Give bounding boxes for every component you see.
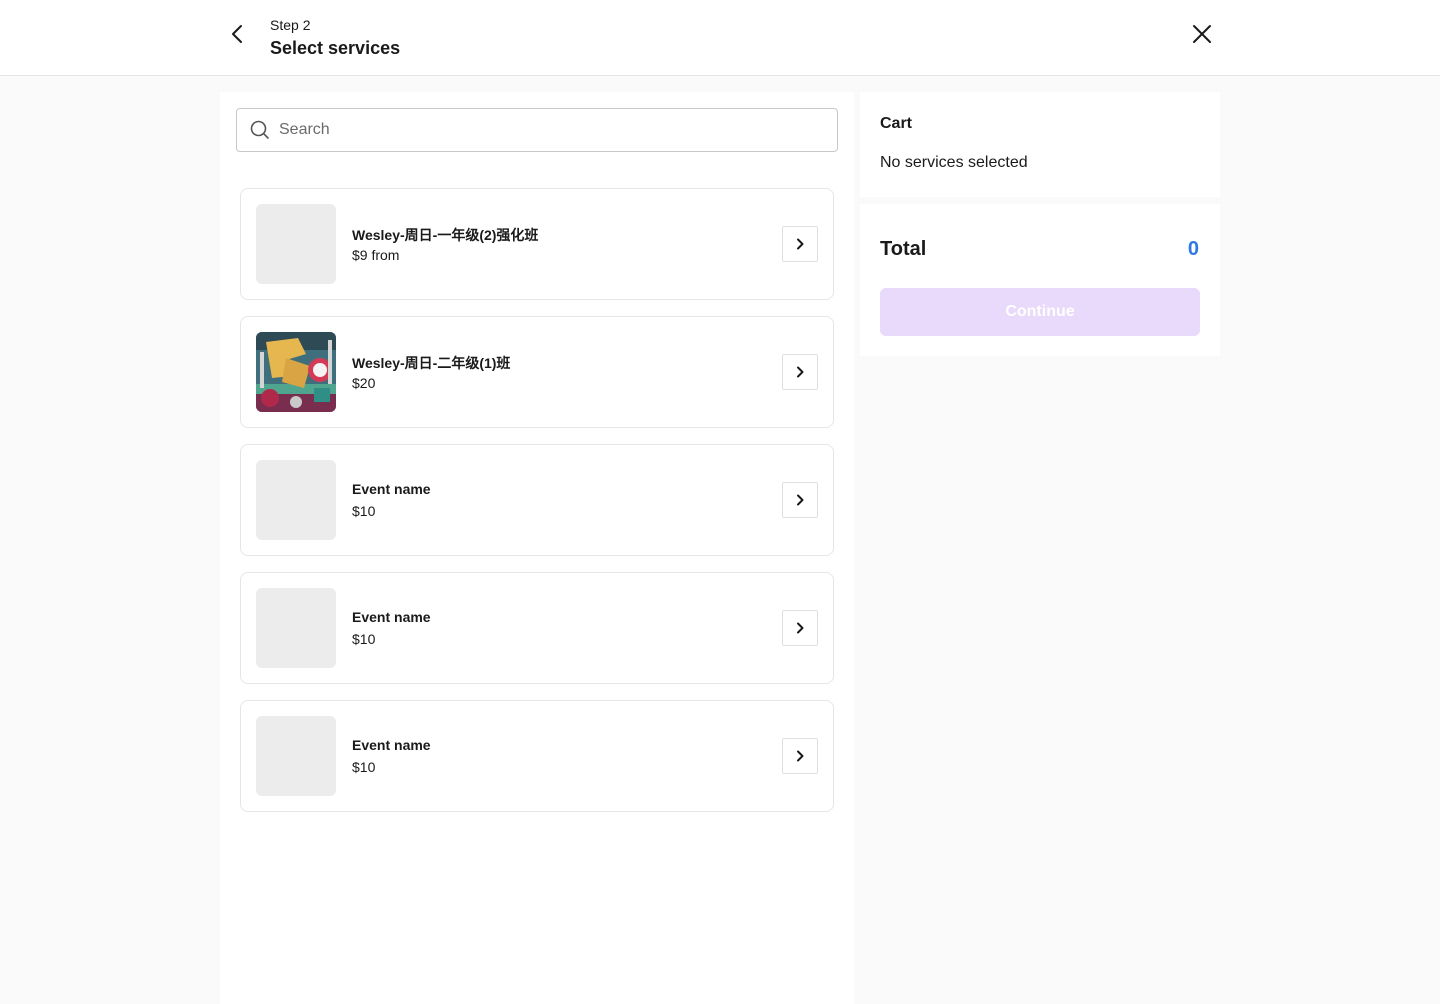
service-thumbnail-placeholder: [256, 588, 336, 668]
service-card[interactable]: Wesley-周日-一年级(2)强化班 $9 from: [240, 188, 834, 300]
open-service-button[interactable]: [782, 482, 818, 518]
search-box[interactable]: [236, 108, 838, 152]
playground-photo: [256, 332, 336, 412]
back-button[interactable]: [222, 18, 254, 50]
service-price: $10: [352, 503, 376, 519]
page-title: Select services: [270, 38, 401, 58]
chevron-right-icon: [797, 622, 804, 634]
service-price: $10: [352, 759, 376, 775]
back-arrow-icon: [232, 25, 242, 43]
step-label: Step 2: [270, 17, 311, 33]
service-name: Event name: [352, 609, 431, 625]
open-service-button[interactable]: [782, 226, 818, 262]
service-price: $20: [352, 375, 376, 391]
chevron-right-icon: [797, 238, 804, 250]
close-button[interactable]: [1186, 18, 1218, 50]
chevron-right-icon: [797, 494, 804, 506]
service-card[interactable]: Event name $10: [240, 444, 834, 556]
services-panel: Wesley-周日-一年级(2)强化班 $9 from: [220, 92, 854, 1004]
service-price: $10: [352, 631, 376, 647]
open-service-button[interactable]: [782, 738, 818, 774]
service-price: $9 from: [352, 247, 400, 263]
service-thumbnail-image: [256, 332, 336, 412]
total-label: Total: [880, 238, 927, 260]
chevron-right-icon: [797, 366, 804, 378]
continue-button[interactable]: Continue: [880, 288, 1200, 336]
service-card[interactable]: Event name $10: [240, 700, 834, 812]
total-panel: Total 0 Continue: [860, 204, 1220, 356]
close-icon: [1193, 25, 1211, 43]
service-name: Event name: [352, 737, 431, 753]
search-input[interactable]: [279, 121, 819, 139]
service-name: Wesley-周日-一年级(2)强化班: [352, 227, 539, 243]
service-name: Event name: [352, 481, 431, 497]
cart-panel: Cart No services selected: [860, 92, 1220, 197]
top-header: Step 2 Select services: [0, 0, 1440, 76]
service-list: Wesley-周日-一年级(2)强化班 $9 from Wesley-周日-二年…: [240, 188, 834, 828]
service-name: Wesley-周日-二年级(1)班: [352, 355, 511, 371]
cart-empty-message: No services selected: [880, 154, 1028, 171]
total-value: 0: [1187, 238, 1199, 260]
service-thumbnail-placeholder: [256, 460, 336, 540]
open-service-button[interactable]: [782, 354, 818, 390]
search-icon: [250, 120, 269, 139]
service-card[interactable]: Wesley-周日-二年级(1)班 $20: [240, 316, 834, 428]
service-thumbnail-placeholder: [256, 716, 336, 796]
chevron-right-icon: [797, 750, 804, 762]
cart-title: Cart: [880, 115, 913, 132]
open-service-button[interactable]: [782, 610, 818, 646]
service-card[interactable]: Event name $10: [240, 572, 834, 684]
service-thumbnail-placeholder: [256, 204, 336, 284]
